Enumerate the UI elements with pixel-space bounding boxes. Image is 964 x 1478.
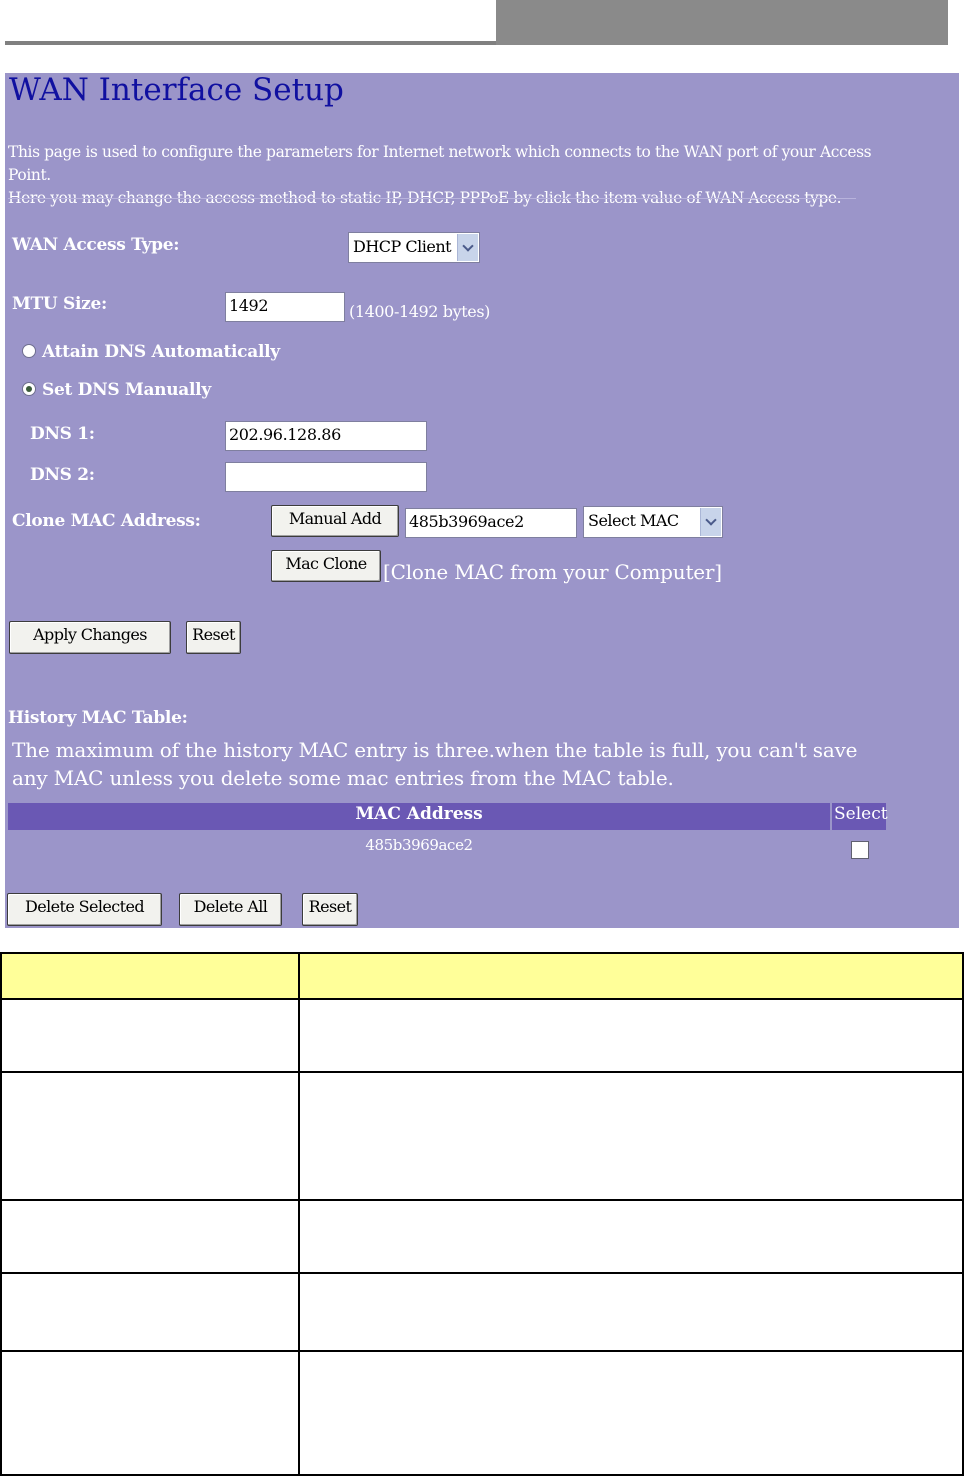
table-row (0, 1350, 964, 1476)
mac-address-input[interactable]: 485b3969ace2 (405, 508, 577, 538)
page-intro: This page is used to configure the param… (8, 141, 908, 210)
mac-address-header-label: MAC Address (355, 804, 483, 824)
wan-access-type-label: WAN Access Type: (12, 235, 180, 255)
table-row-mac: 485b3969ace2 (365, 836, 473, 854)
apply-changes-button[interactable]: Apply Changes (9, 621, 171, 654)
description-table-header (0, 952, 964, 1000)
header-bar (496, 0, 948, 45)
dns2-label: DNS 2: (30, 465, 95, 485)
table-row (0, 1272, 964, 1352)
intro-line-1: This page is used to configure the param… (8, 143, 872, 184)
table-row (0, 1071, 964, 1201)
dns-auto-radio[interactable] (22, 344, 36, 358)
description-table (0, 952, 964, 1476)
description-cell (298, 1272, 964, 1352)
description-cell (298, 1350, 964, 1476)
mtu-size-input[interactable]: 1492 (225, 292, 345, 322)
history-note-line-2: any MAC unless you delete some mac entri… (12, 766, 674, 790)
table-row (0, 998, 964, 1073)
select-header-label: Select (834, 804, 888, 824)
clone-mac-label: Clone MAC Address: (12, 511, 201, 531)
mac-clone-hint: [Clone MAC from your Computer] (383, 560, 722, 584)
manual-add-button[interactable]: Manual Add (271, 505, 399, 537)
description-cell (0, 1199, 300, 1274)
mac-address-column-header: MAC Address (8, 803, 830, 830)
dns-manual-radio[interactable] (22, 382, 36, 396)
description-header-cell-1 (0, 952, 300, 1000)
history-mac-heading: History MAC Table: (8, 708, 188, 728)
select-column-header: Select (832, 803, 888, 830)
description-cell (0, 998, 300, 1073)
history-note-line-1: The maximum of the history MAC entry is … (12, 738, 858, 762)
dns-auto-label: Attain DNS Automatically (42, 342, 280, 362)
description-cell (298, 998, 964, 1073)
page-title: WAN Interface Setup (9, 72, 344, 108)
mac-clone-button[interactable]: Mac Clone (271, 550, 381, 582)
mtu-size-hint: (1400-1492 bytes) (349, 302, 491, 321)
dns2-input[interactable] (225, 462, 427, 492)
dns1-label: DNS 1: (30, 424, 95, 444)
delete-all-button[interactable]: Delete All (179, 893, 282, 926)
wan-access-type-select[interactable]: DHCP Client (348, 232, 480, 263)
mtu-size-label: MTU Size: (12, 294, 107, 314)
header-rule (5, 41, 497, 45)
select-mac-value: Select MAC (588, 511, 679, 530)
divider (8, 198, 856, 199)
description-header-cell-2 (298, 952, 964, 1000)
description-cell (0, 1071, 300, 1201)
delete-selected-button[interactable]: Delete Selected (7, 893, 162, 926)
description-cell (0, 1350, 300, 1476)
chevron-down-icon (700, 508, 721, 536)
dns1-input[interactable]: 202.96.128.86 (225, 421, 427, 451)
dns-manual-label: Set DNS Manually (42, 380, 211, 400)
description-cell (298, 1071, 964, 1201)
reset-button[interactable]: Reset (186, 621, 241, 654)
description-cell (298, 1199, 964, 1274)
wan-access-type-value: DHCP Client (353, 237, 452, 256)
row-select-checkbox[interactable] (851, 841, 869, 859)
table-row: 485b3969ace2 (8, 836, 830, 860)
history-reset-button[interactable]: Reset (302, 893, 358, 926)
chevron-down-icon (457, 234, 478, 261)
table-row (0, 1199, 964, 1274)
select-mac-dropdown[interactable]: Select MAC (583, 506, 723, 538)
description-cell (0, 1272, 300, 1352)
